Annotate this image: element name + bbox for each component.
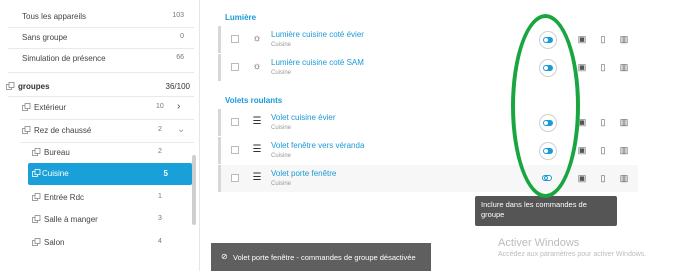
camera-icon[interactable]: ▣ xyxy=(577,62,587,72)
light-bulb-icon: ☼ xyxy=(252,33,262,44)
tree-item-label: Entrée Rdc xyxy=(44,193,85,202)
chevron-down-icon[interactable]: ⌄ xyxy=(177,124,185,135)
sidebar-item-count: 0 xyxy=(180,33,184,40)
sidebar-item-label: Tous les appareils xyxy=(22,12,87,21)
tree-item-count: 2 xyxy=(158,148,162,155)
group-icon xyxy=(32,169,41,177)
tree-item-label: Salle à manger xyxy=(44,215,98,224)
trash-icon[interactable]: ▥ xyxy=(619,34,629,44)
trash-icon[interactable]: ▥ xyxy=(619,117,629,127)
device-room: Cuisine xyxy=(271,153,292,159)
group-icon xyxy=(6,82,15,90)
divider xyxy=(20,142,194,143)
annotation-ellipse xyxy=(511,14,580,198)
shutter-icon: ☰ xyxy=(252,172,262,183)
device-room: Cuisine xyxy=(271,125,292,131)
tree-item-bureau[interactable]: Bureau 2 xyxy=(32,144,192,164)
divider xyxy=(8,72,194,73)
sidebar-item-count: 66 xyxy=(176,54,184,61)
trash-icon[interactable]: ▥ xyxy=(619,62,629,72)
group-icon xyxy=(32,148,41,156)
group-icon xyxy=(32,193,41,201)
tree-item-count: 10 xyxy=(156,103,164,110)
tooltip: Inclure dans les commandes de groupe xyxy=(475,196,617,226)
group-icon xyxy=(22,103,31,111)
sidebar-scrollbar[interactable] xyxy=(192,155,196,225)
camera-icon[interactable]: ▣ xyxy=(577,34,587,44)
light-bulb-icon: ☼ xyxy=(252,61,262,72)
group-icon xyxy=(32,238,41,246)
tree-item-label: Rez de chaussé xyxy=(34,126,92,135)
device-room: Cuisine xyxy=(271,181,292,187)
trash-icon[interactable]: ▥ xyxy=(619,173,629,183)
trash-icon[interactable]: ▥ xyxy=(619,145,629,155)
groups-header[interactable]: groupes 36/100 xyxy=(0,80,200,96)
device-room: Cuisine xyxy=(271,70,292,76)
document-icon[interactable]: ▯ xyxy=(598,145,608,155)
groups-header-count: 36/100 xyxy=(165,82,190,91)
device-name[interactable]: Volet fenêtre vers véranda xyxy=(271,141,364,150)
tree-item-salon[interactable]: Salon 4 xyxy=(32,234,192,254)
device-checkbox[interactable] xyxy=(231,174,239,182)
groups-header-label: groupes xyxy=(18,82,50,91)
camera-icon[interactable]: ▣ xyxy=(577,173,587,183)
sidebar-item-count: 103 xyxy=(172,12,184,19)
shutter-icon: ☰ xyxy=(252,116,262,127)
group-icon xyxy=(22,126,31,134)
info-icon: ⊘ xyxy=(221,252,228,261)
tree-item-label: Extérieur xyxy=(34,103,67,112)
tree-item-count: 5 xyxy=(163,169,168,178)
device-name[interactable]: Lumière cuisine coté SAM xyxy=(271,58,364,67)
sidebar: Tous les appareils 103 Sans groupe 0 Sim… xyxy=(0,0,200,271)
device-room: Cuisine xyxy=(271,42,292,48)
device-checkbox[interactable] xyxy=(231,146,239,154)
device-row: ☼ Lumière cuisine coté évier Cuisine ▣ ▯… xyxy=(218,26,638,53)
device-name[interactable]: Lumière cuisine coté évier xyxy=(271,30,364,39)
document-icon[interactable]: ▯ xyxy=(598,62,608,72)
document-icon[interactable]: ▯ xyxy=(598,117,608,127)
device-checkbox[interactable] xyxy=(231,63,239,71)
tree-item-count: 3 xyxy=(158,215,162,222)
tree-item-label: Salon xyxy=(44,238,65,247)
windows-activation-watermark: Activer Windows Accédez aux paramètres p… xyxy=(498,237,646,258)
divider xyxy=(8,96,194,97)
group-icon xyxy=(32,215,41,223)
section-title-lumiere: Lumière xyxy=(225,13,257,22)
divider xyxy=(8,48,194,49)
tree-item-count: 1 xyxy=(158,193,162,200)
tree-item-exterieur[interactable]: Extérieur 10 › xyxy=(22,99,192,119)
watermark-subtitle: Accédez aux paramètres pour activer Wind… xyxy=(498,251,647,258)
tree-item-cuisine[interactable]: Cuisine 5 xyxy=(28,163,192,185)
device-checkbox[interactable] xyxy=(231,35,239,43)
document-icon[interactable]: ▯ xyxy=(598,34,608,44)
tree-item-label: Bureau xyxy=(44,148,70,157)
sidebar-item-label: Sans groupe xyxy=(22,33,68,42)
tree-item-salle-a-manger[interactable]: Salle à manger 3 xyxy=(32,211,192,231)
tree-item-count: 4 xyxy=(158,238,162,245)
watermark-title: Activer Windows xyxy=(498,237,580,249)
toast-notification: ⊘ Volet porte fenêtre - commandes de gro… xyxy=(211,243,431,271)
device-name[interactable]: Volet porte fenêtre xyxy=(271,169,336,178)
divider xyxy=(20,119,194,120)
tree-item-entree-rdc[interactable]: Entrée Rdc 1 xyxy=(32,189,192,209)
shutter-icon: ☰ xyxy=(252,144,262,155)
device-name[interactable]: Volet cuisine évier xyxy=(271,113,335,122)
tree-item-label: Cuisine xyxy=(42,169,69,178)
document-icon[interactable]: ▯ xyxy=(598,173,608,183)
chevron-right-icon[interactable]: › xyxy=(177,101,180,112)
device-row: ☰ Volet porte fenêtre Cuisine ▣ ▯ ▥ xyxy=(218,165,638,192)
sidebar-item-label: Simulation de présence xyxy=(22,54,106,63)
tree-item-rez-de-chausse[interactable]: Rez de chaussé 2 ⌄ xyxy=(22,122,192,142)
section-title-volets-roulants: Volets roulants xyxy=(225,96,283,105)
camera-icon[interactable]: ▣ xyxy=(577,145,587,155)
toast-message: Volet porte fenêtre - commandes de group… xyxy=(233,253,416,262)
divider xyxy=(8,27,194,28)
tree-item-count: 2 xyxy=(158,126,162,133)
device-checkbox[interactable] xyxy=(231,118,239,126)
